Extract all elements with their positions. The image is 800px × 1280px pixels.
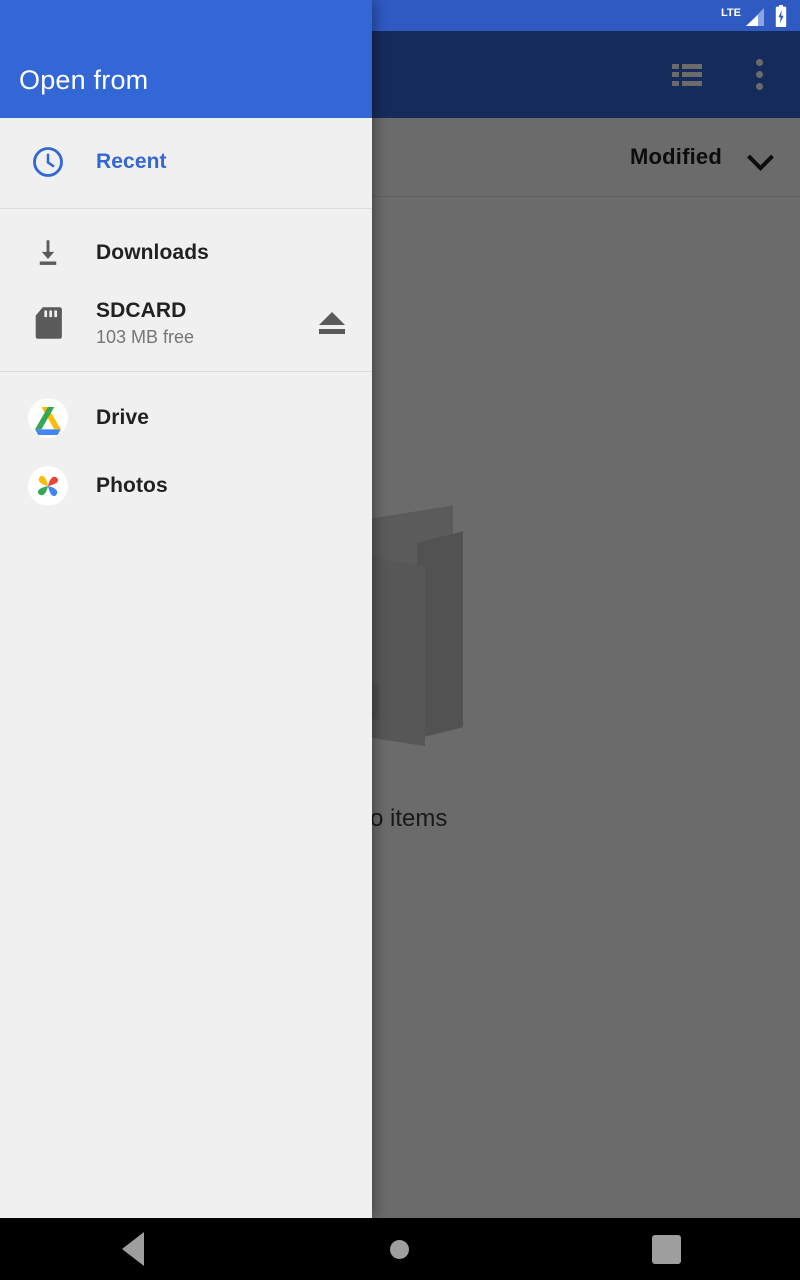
sidebar-item-downloads-text: Downloads [96, 241, 358, 265]
google-drive-icon [0, 397, 96, 439]
eject-button[interactable] [306, 312, 358, 334]
back-button[interactable] [78, 1218, 188, 1280]
home-circle-icon [390, 1239, 410, 1259]
sidebar-item-sdcard[interactable]: SDCARD 103 MB free [0, 287, 372, 359]
drawer-list: Recent Downloads SDCARD 103 MB free Driv… [0, 118, 372, 1218]
sidebar-item-sdcard-text: SDCARD 103 MB free [96, 299, 306, 348]
drawer-group-local: Downloads SDCARD 103 MB free [0, 208, 372, 371]
network-type-label: LTE [721, 6, 741, 19]
sidebar-item-label: Downloads [96, 240, 209, 264]
sidebar-item-downloads[interactable]: Downloads [0, 219, 372, 287]
sidebar-item-label: Recent [96, 149, 167, 173]
sidebar-item-sublabel: 103 MB free [96, 326, 195, 347]
sidebar-item-label: Photos [96, 473, 168, 497]
navigation-drawer: Open from Recent Downloads SDCARD 103 MB… [0, 0, 372, 1218]
sidebar-item-drive[interactable]: Drive [0, 384, 372, 452]
sidebar-item-label: Drive [96, 405, 150, 429]
drawer-group-cloud: Drive Photos [0, 371, 372, 520]
back-triangle-icon [122, 1232, 145, 1266]
download-icon [0, 236, 96, 270]
sidebar-item-drive-text: Drive [96, 406, 358, 430]
eject-icon [319, 312, 345, 334]
sidebar-item-photos-text: Photos [96, 474, 358, 498]
status-bar-right: LTE [721, 4, 788, 27]
clock-icon [0, 144, 96, 180]
drawer-header: Open from [0, 0, 372, 118]
google-photos-icon [0, 465, 96, 507]
sidebar-item-recent[interactable]: Recent [0, 128, 372, 196]
sidebar-item-recent-text: Recent [96, 150, 358, 174]
sdcard-icon [0, 306, 96, 340]
home-button[interactable] [345, 1218, 455, 1280]
drawer-title: Open from [19, 65, 149, 95]
battery-charging-icon [774, 4, 788, 27]
navigation-bar [0, 1218, 800, 1280]
recents-button[interactable] [612, 1218, 722, 1280]
android-screen: Modified No items Open from [0, 0, 800, 1280]
drawer-group-recent: Recent [0, 118, 372, 208]
signal-bars-icon: LTE [721, 7, 765, 27]
sidebar-item-label: SDCARD [96, 298, 187, 322]
sidebar-item-photos[interactable]: Photos [0, 452, 372, 520]
recents-square-icon [652, 1234, 682, 1264]
